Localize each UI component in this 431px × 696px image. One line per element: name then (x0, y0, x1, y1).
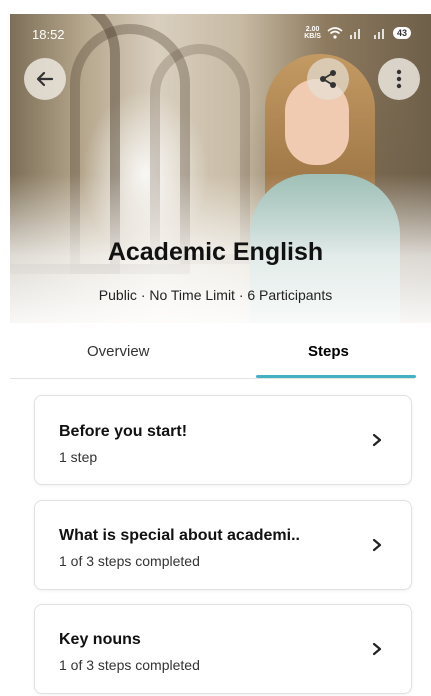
tab-overview[interactable]: Overview (87, 343, 150, 360)
step-title: Key nouns (59, 631, 141, 648)
status-time: 18:52 (32, 27, 65, 42)
arrow-left-icon (36, 71, 54, 87)
step-subtitle: 1 step (59, 449, 98, 465)
wifi-icon (327, 27, 343, 39)
step-card-before-you-start[interactable]: Before you start! 1 step (34, 395, 412, 485)
tab-steps[interactable]: Steps (308, 343, 349, 360)
tab-bar: Overview Steps (10, 323, 431, 381)
share-icon (320, 70, 336, 88)
more-options-button[interactable] (378, 58, 420, 100)
more-vertical-icon (396, 69, 402, 89)
chevron-right-icon (367, 430, 387, 450)
step-subtitle: 1 of 3 steps completed (59, 553, 200, 569)
signal-icon (349, 29, 360, 39)
course-title: Academic English (107, 238, 324, 266)
status-bar: 18:52 2.00 KB/S 43 (10, 22, 431, 46)
share-button[interactable] (307, 58, 349, 100)
chevron-right-icon (367, 639, 387, 659)
step-card-what-is-special[interactable]: What is special about academi.. 1 of 3 s… (34, 500, 412, 590)
step-title: Before you start! (59, 423, 188, 440)
course-meta: Public · No Time Limit · 6 Participants (98, 287, 333, 303)
top-cropped-caption: ​ (0, 0, 431, 14)
chevron-right-icon (367, 535, 387, 555)
network-speed: 2.00 KB/S (304, 26, 321, 40)
signal-icon-2 (373, 29, 384, 39)
battery-level: 43 (392, 27, 411, 39)
tabs-divider (10, 378, 415, 379)
step-card-key-nouns[interactable]: Key nouns 1 of 3 steps completed (34, 604, 412, 694)
step-subtitle: 1 of 3 steps completed (59, 657, 200, 673)
step-title: What is special about academi.. (59, 527, 300, 544)
course-cover-image (10, 14, 431, 323)
back-button[interactable] (24, 58, 66, 100)
